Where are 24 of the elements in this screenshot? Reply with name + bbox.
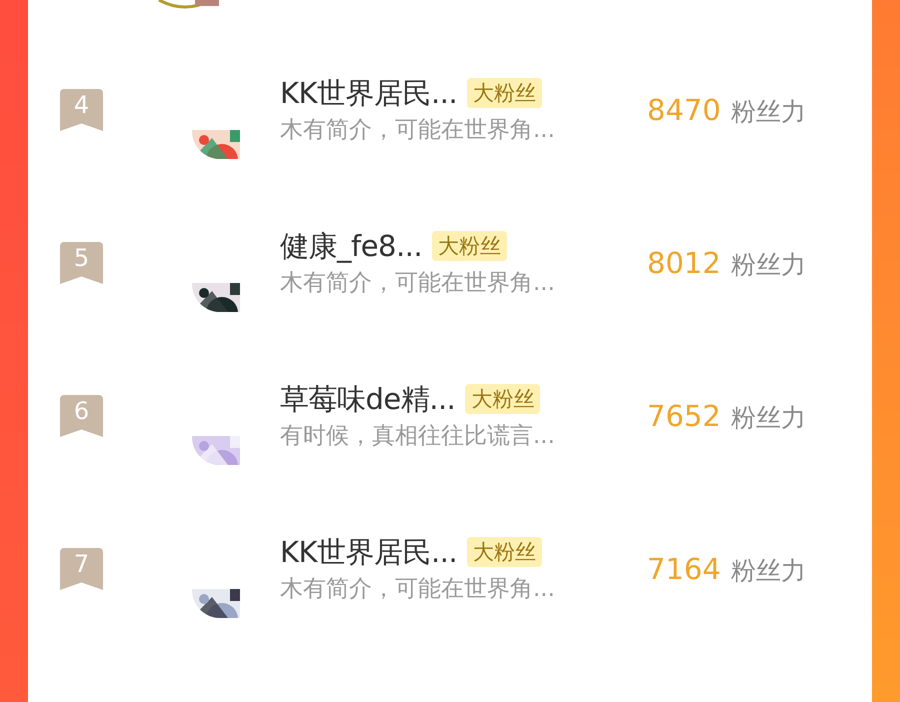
fan-level-badge: 大粉丝 <box>467 78 542 108</box>
user-name[interactable]: KK世界居民... <box>280 75 458 111</box>
user-name[interactable]: 草莓味de精... <box>280 381 456 417</box>
user-bio: 有时候，真相往往比谎言... <box>280 422 556 451</box>
fan-level-badge: 大粉丝 <box>467 537 542 567</box>
fan-score-unit: 粉丝力 <box>730 249 806 281</box>
fan-score-unit: 粉丝力 <box>730 402 806 434</box>
fan-score: 7164 <box>647 551 721 587</box>
fan-level-badge: 大粉丝 <box>432 231 508 261</box>
fan-score: 7652 <box>647 398 721 434</box>
rank-badge: 4 <box>60 89 103 131</box>
user-name[interactable]: KK世界居民... <box>280 534 458 570</box>
rank-badge: 6 <box>60 395 103 437</box>
user-bio: 木有简介，可能在世界角... <box>280 116 556 145</box>
fan-score-unit: 粉丝力 <box>730 555 806 587</box>
fan-score: 8012 <box>647 245 721 281</box>
fan-level-badge: 大粉丝 <box>465 384 540 414</box>
fan-score-unit: 粉丝力 <box>730 96 806 128</box>
user-name[interactable]: 健康_fe8... <box>280 228 422 264</box>
rank-badge: 5 <box>60 242 103 284</box>
user-bio: 木有简介，可能在世界角... <box>280 269 556 298</box>
user-bio: 木有简介，可能在世界角... <box>280 575 556 604</box>
rank-badge: 7 <box>60 548 103 590</box>
fan-score: 8470 <box>647 92 721 128</box>
